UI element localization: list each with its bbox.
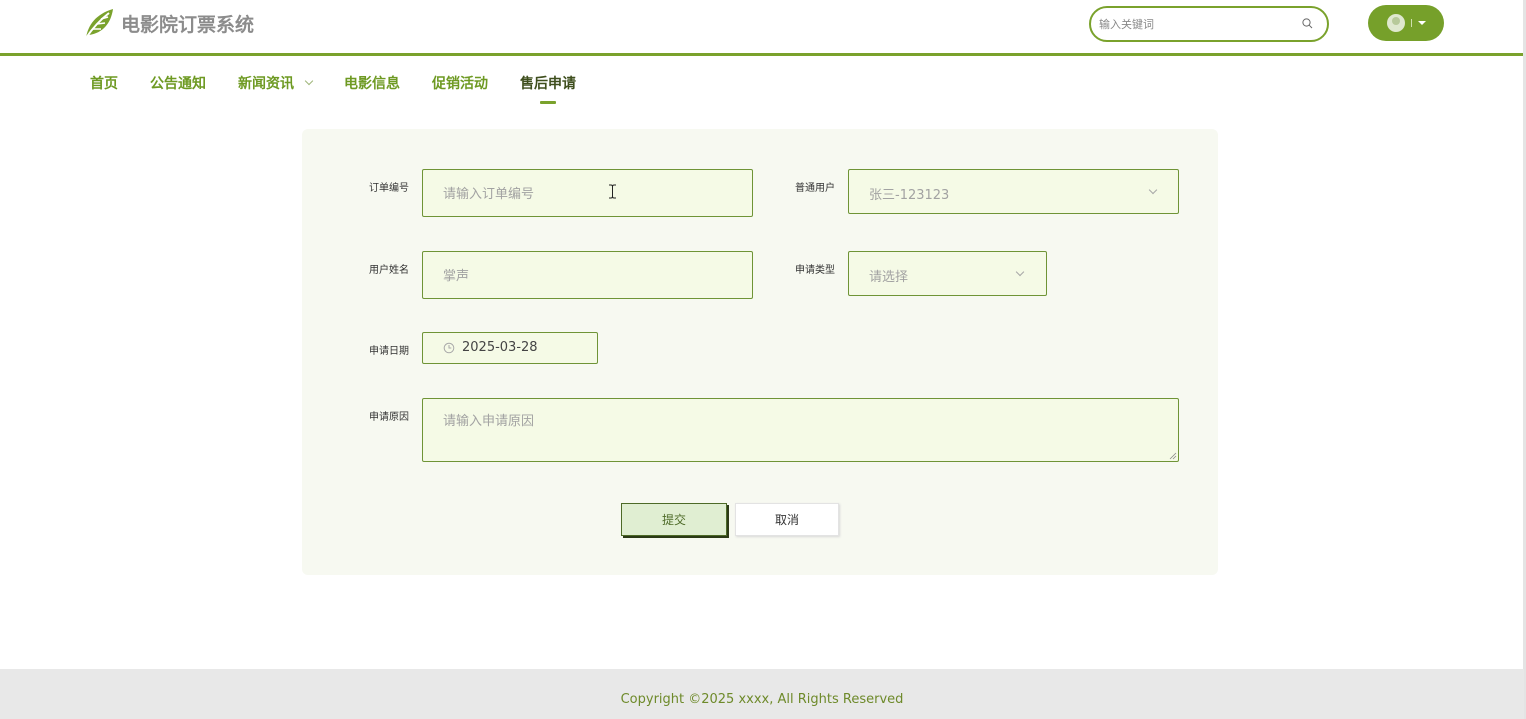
nav-item-news[interactable]: 新闻资讯 (238, 72, 314, 94)
resize-grip-icon[interactable] (1169, 452, 1177, 460)
apply-date-value: 2025-03-28 (462, 340, 538, 355)
copyright-text: Copyright ©2025 xxxx, All Rights Reserve… (620, 692, 904, 707)
main-nav: 首页 公告通知 新闻资讯 电影信息 促销活动 售后申请 (90, 72, 608, 94)
user-name-label: 用户姓名 (369, 265, 409, 276)
leaf-logo-icon (85, 9, 113, 39)
nav-item-label: 首页 (90, 76, 118, 92)
search-input[interactable] (1099, 15, 1289, 33)
clock-icon (443, 342, 455, 354)
apply-reason-field (422, 398, 1179, 462)
site-title: 电影院订票系统 (121, 13, 255, 36)
cancel-button[interactable]: 取消 (735, 503, 839, 536)
user-name-input[interactable] (443, 267, 733, 285)
header: 电影院订票系统 (0, 0, 1524, 56)
apply-reason-textarea[interactable] (443, 410, 1163, 454)
nav-item-label: 新闻资讯 (238, 76, 294, 92)
text-cursor-icon (609, 184, 616, 199)
user-menu-button[interactable] (1368, 5, 1444, 41)
nav-item-label: 促销活动 (432, 76, 488, 92)
user-name-field (422, 251, 753, 299)
page: 电影院订票系统 首页 公告通知 新闻资讯 电影信息 (0, 0, 1526, 719)
apply-date-picker[interactable]: 2025-03-28 (422, 332, 598, 364)
apply-type-select[interactable]: 请选择 (848, 251, 1047, 296)
apply-reason-label: 申请原因 (369, 412, 409, 423)
nav-item-label: 售后申请 (520, 76, 576, 92)
search-box (1089, 6, 1329, 42)
chevron-down-icon (304, 76, 314, 86)
nav-item-label: 公告通知 (150, 76, 206, 92)
order-no-input[interactable] (443, 185, 733, 203)
caret-down-icon (1417, 21, 1426, 25)
order-no-field (422, 169, 753, 217)
footer: Copyright ©2025 xxxx, All Rights Reserve… (0, 669, 1524, 719)
nav-item-movies[interactable]: 电影信息 (344, 72, 400, 94)
nav-item-label: 电影信息 (344, 76, 400, 92)
user-label: 普通用户 (795, 183, 835, 194)
user-select-value: 张三-123123 (869, 188, 950, 203)
user-select[interactable]: 张三-123123 (848, 169, 1179, 214)
apply-type-select-value: 请选择 (869, 270, 909, 285)
user-menu-divider (1410, 19, 1412, 27)
apply-date-label: 申请日期 (369, 346, 409, 357)
avatar (1386, 14, 1405, 32)
order-no-label: 订单编号 (369, 183, 409, 194)
chevron-down-icon (1015, 267, 1025, 277)
chevron-down-icon (1148, 185, 1158, 195)
nav-item-after-sales[interactable]: 售后申请 (520, 72, 576, 94)
logo[interactable]: 电影院订票系统 (80, 5, 254, 41)
apply-type-label: 申请类型 (795, 265, 835, 276)
search-icon[interactable] (1302, 18, 1313, 29)
nav-item-home[interactable]: 首页 (90, 72, 118, 94)
nav-item-promotions[interactable]: 促销活动 (432, 72, 488, 94)
submit-button[interactable]: 提交 (621, 503, 727, 536)
nav-item-notices[interactable]: 公告通知 (150, 72, 206, 94)
